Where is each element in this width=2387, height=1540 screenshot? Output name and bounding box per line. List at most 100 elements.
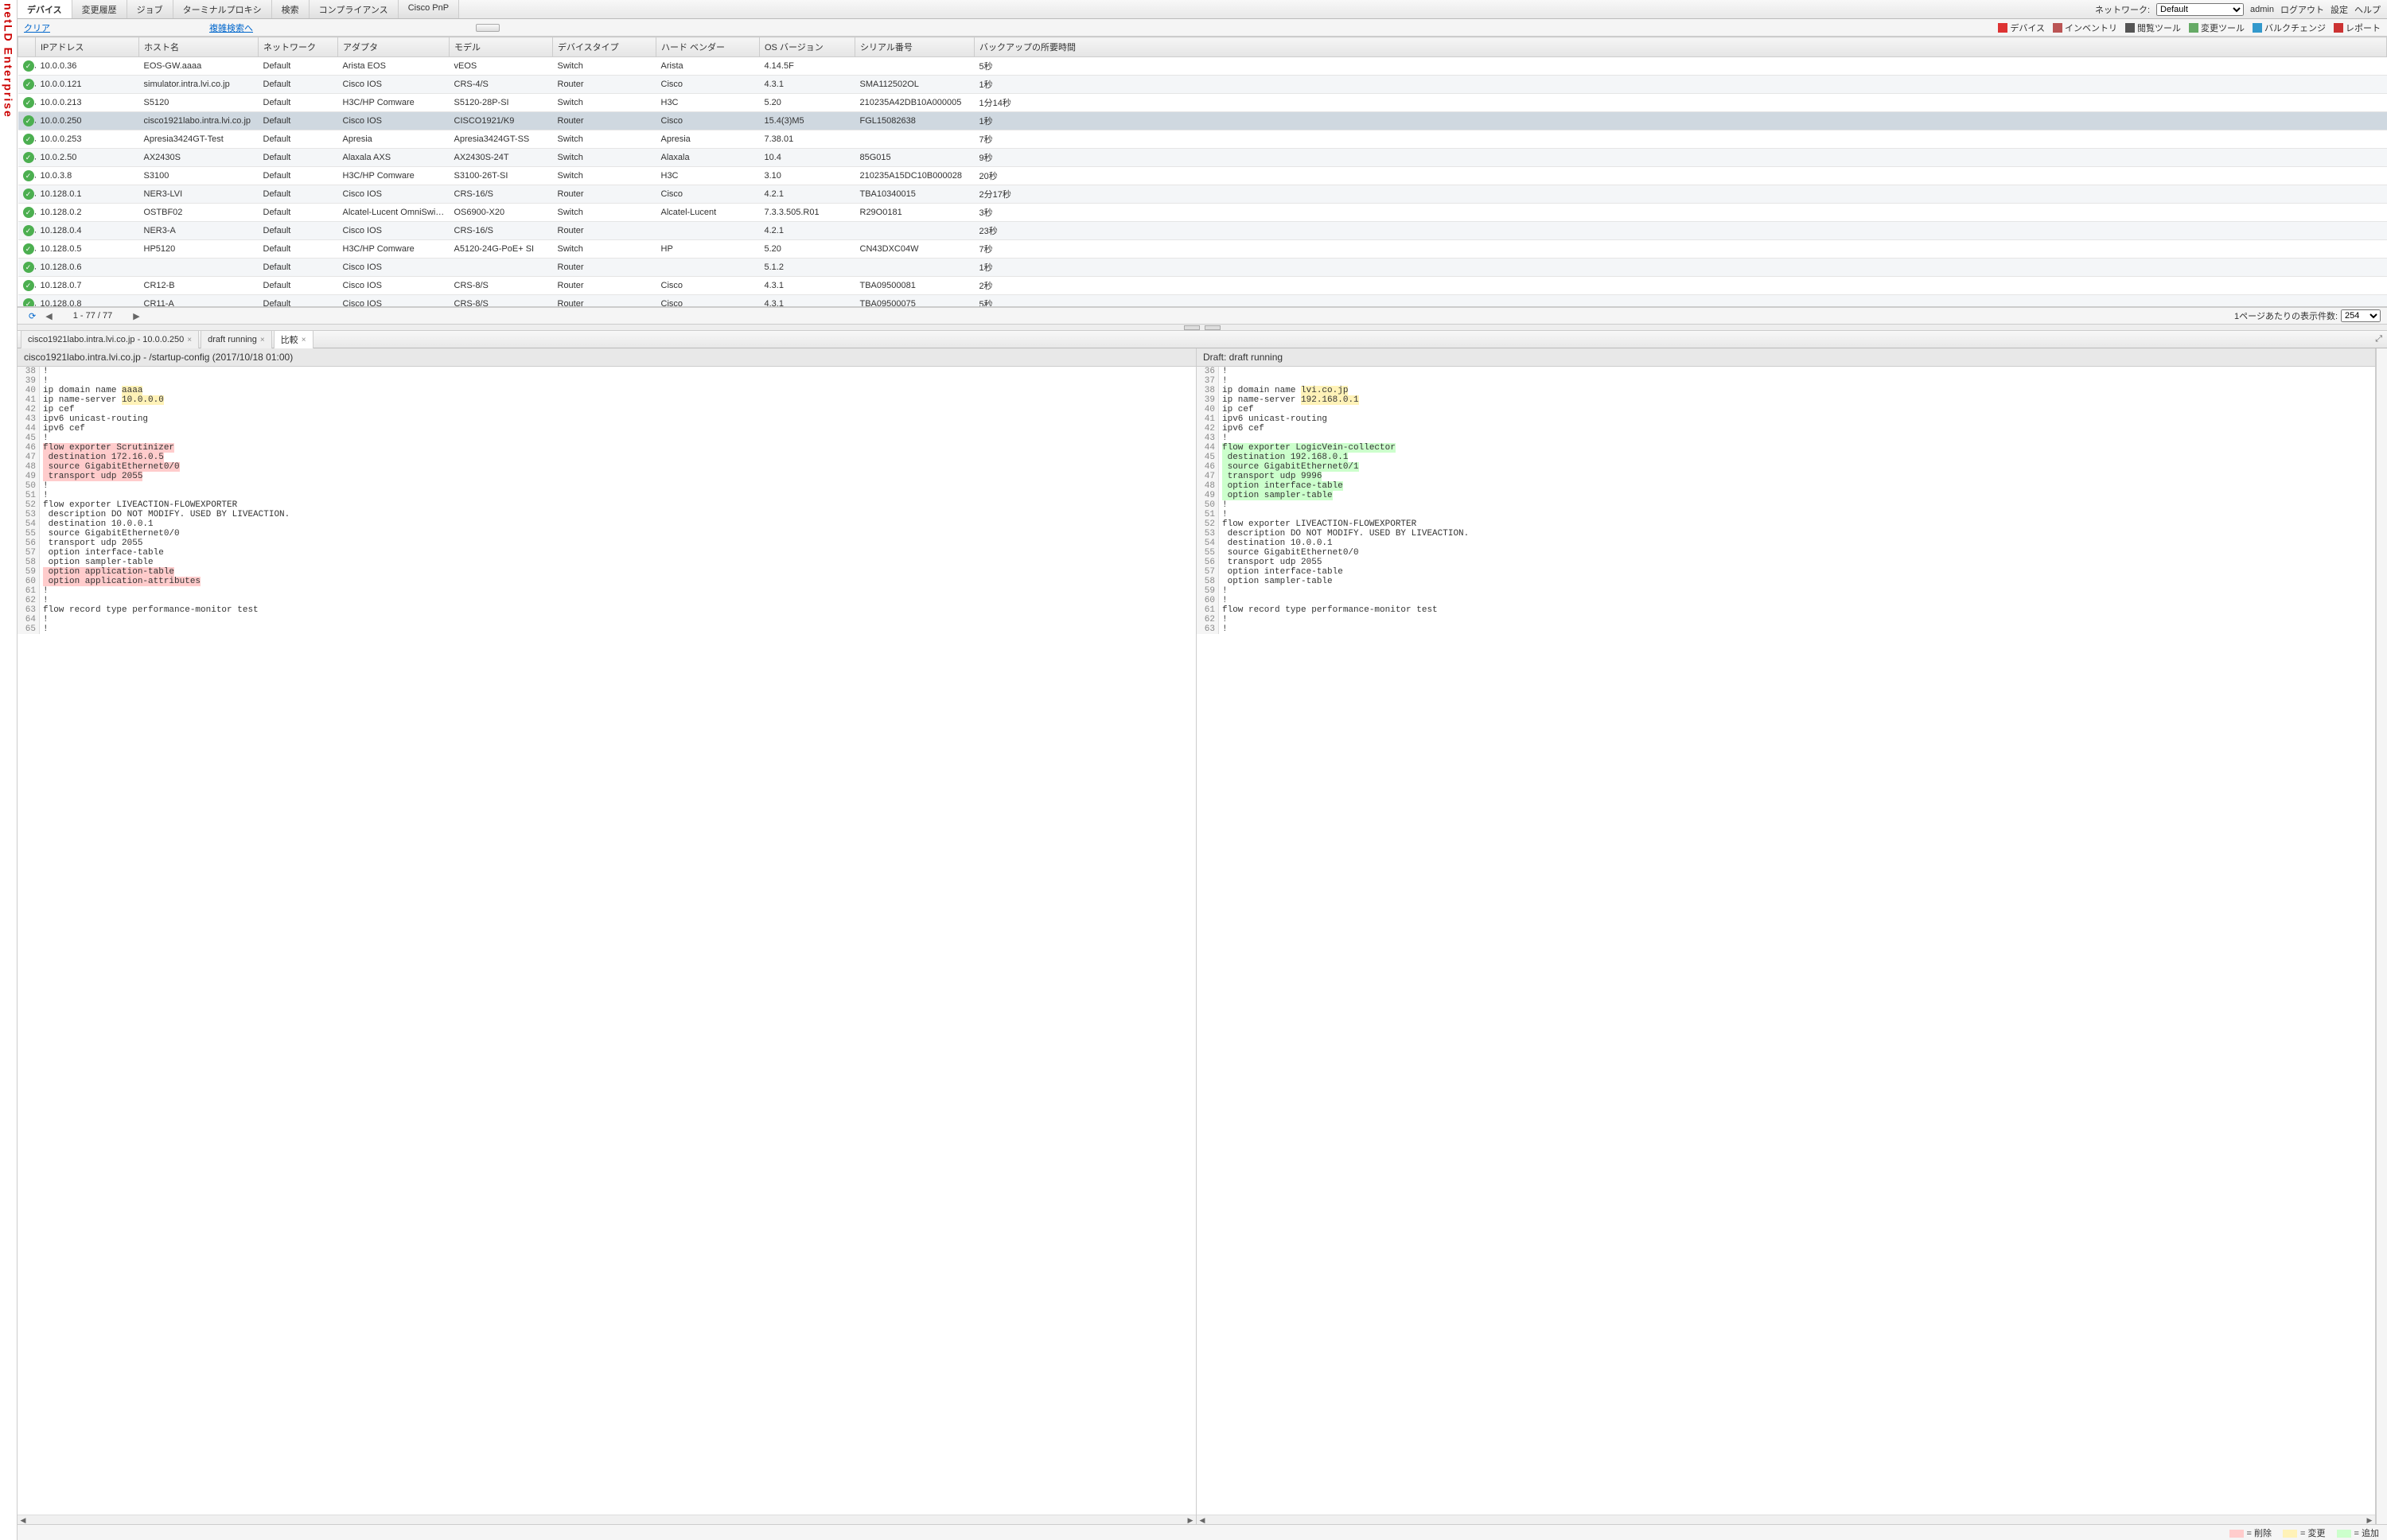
diff-gutter: 64 — [18, 615, 40, 624]
cell: HP — [656, 240, 760, 259]
tool-icon-0 — [1998, 23, 2007, 33]
col-6[interactable]: デバイスタイプ — [553, 37, 656, 57]
diff-text: ip domain name aaaa — [40, 386, 1196, 395]
diff-marker-strip[interactable] — [2376, 348, 2387, 1524]
status-ok-icon: ✓ — [23, 170, 34, 181]
diff-line: 43ipv6 unicast-routing — [18, 414, 1196, 424]
top-tab-4[interactable]: 検索 — [272, 0, 310, 18]
link-help[interactable]: ヘルプ — [2354, 3, 2381, 16]
table-row[interactable]: ✓10.0.0.36EOS-GW.aaaaDefaultArista EOSvE… — [18, 57, 2387, 76]
link-admin[interactable]: admin — [2250, 5, 2274, 14]
close-icon[interactable]: × — [187, 336, 192, 344]
cell: cisco1921labo.intra.lvi.co.jp — [139, 112, 259, 130]
network-select[interactable]: Default — [2156, 3, 2244, 16]
table-row[interactable]: ✓10.0.0.121simulator.intra.lvi.co.jpDefa… — [18, 76, 2387, 94]
diff-line: 44ipv6 cef — [18, 424, 1196, 434]
col-4[interactable]: アダプタ — [338, 37, 450, 57]
doc-tab-0[interactable]: cisco1921labo.intra.lvi.co.jp - 10.0.0.2… — [21, 330, 199, 348]
cell: 7.38.01 — [760, 130, 855, 149]
collapse-down-icon[interactable] — [1184, 325, 1200, 330]
prev-page[interactable]: ◀ — [41, 311, 56, 321]
link-settings[interactable]: 設定 — [2331, 3, 2348, 16]
table-row[interactable]: ✓10.128.0.2OSTBF02DefaultAlcatel-Lucent … — [18, 204, 2387, 222]
top-tab-3[interactable]: ターミナルプロキシ — [173, 0, 272, 18]
doc-tab-2[interactable]: 比較× — [274, 330, 313, 348]
diff-right-body[interactable]: 36!37!38ip domain name lvi.co.jp39ip nam… — [1197, 367, 2375, 1515]
table-row[interactable]: ✓10.128.0.6DefaultCisco IOSRouter5.1.21秒 — [18, 259, 2387, 277]
col-10[interactable]: バックアップの所要時間 — [975, 37, 2387, 57]
tool-1[interactable]: インベントリ — [2053, 21, 2117, 34]
diff-line: 39ip name-server 192.168.0.1 — [1197, 395, 2375, 405]
table-row[interactable]: ✓10.0.3.8S3100DefaultH3C/HP ComwareS3100… — [18, 167, 2387, 185]
tool-3[interactable]: 変更ツール — [2189, 21, 2245, 34]
table-row[interactable]: ✓10.128.0.8CR11-ADefaultCisco IOSCRS-8/S… — [18, 295, 2387, 308]
diff-line: 43! — [1197, 434, 2375, 443]
expander-toggle[interactable] — [476, 24, 500, 32]
col-5[interactable]: モデル — [450, 37, 553, 57]
top-tab-1[interactable]: 変更履歴 — [72, 0, 127, 18]
link-logout[interactable]: ログアウト — [2280, 3, 2324, 16]
close-icon[interactable]: × — [302, 336, 306, 344]
col-7[interactable]: ハード ベンダー — [656, 37, 760, 57]
per-page-select[interactable]: 254 — [2341, 309, 2381, 322]
diff-text: description DO NOT MODIFY. USED BY LIVEA… — [1219, 529, 2375, 539]
tool-0[interactable]: デバイス — [1998, 21, 2045, 34]
top-tab-0[interactable]: デバイス — [18, 0, 72, 18]
col-9[interactable]: シリアル番号 — [855, 37, 975, 57]
table-row[interactable]: ✓10.0.2.50AX2430SDefaultAlaxala AXSAX243… — [18, 149, 2387, 167]
popout-icon[interactable]: ⤢ — [2370, 334, 2387, 344]
diff-gutter: 51 — [18, 491, 40, 500]
col-1[interactable]: IPアドレス — [36, 37, 139, 57]
brand-logo: netLD Enterprise — [2, 3, 15, 119]
hscroll-left[interactable]: ◀▶ — [18, 1515, 1196, 1524]
top-tab-5[interactable]: コンプライアンス — [310, 0, 399, 18]
clear-link[interactable]: クリア — [24, 21, 50, 34]
diff-text: ipv6 unicast-routing — [1219, 414, 2375, 424]
cell: 10.0.0.253 — [36, 130, 139, 149]
col-0[interactable] — [18, 37, 36, 57]
diff-gutter: 59 — [18, 567, 40, 577]
table-row[interactable]: ✓10.128.0.1NER3-LVIDefaultCisco IOSCRS-1… — [18, 185, 2387, 204]
col-8[interactable]: OS バージョン — [760, 37, 855, 57]
table-row[interactable]: ✓10.0.0.213S5120DefaultH3C/HP ComwareS51… — [18, 94, 2387, 112]
table-row[interactable]: ✓10.0.0.250cisco1921labo.intra.lvi.co.jp… — [18, 112, 2387, 130]
diff-gutter: 39 — [1197, 395, 1219, 405]
cell: Cisco — [656, 76, 760, 94]
diff-text: flow exporter Scrutinizer — [40, 443, 1196, 453]
hscroll-right[interactable]: ◀▶ — [1197, 1515, 2375, 1524]
next-page[interactable]: ▶ — [128, 311, 144, 321]
cell: CR12-B — [139, 277, 259, 295]
refresh-icon[interactable]: ⟳ — [24, 311, 41, 321]
diff-line: 39! — [18, 376, 1196, 386]
table-row[interactable]: ✓10.128.0.5HP5120DefaultH3C/HP ComwareA5… — [18, 240, 2387, 259]
doc-tab-1[interactable]: draft running× — [201, 330, 272, 348]
tool-label-1: インベントリ — [2065, 21, 2117, 34]
close-icon[interactable]: × — [260, 336, 265, 344]
diff-left-body[interactable]: 38!39!40ip domain name aaaa41ip name-ser… — [18, 367, 1196, 1515]
tool-icon-1 — [2053, 23, 2062, 33]
diff-text: destination 10.0.0.1 — [1219, 539, 2375, 548]
col-2[interactable]: ホスト名 — [139, 37, 259, 57]
cell: Default — [259, 112, 338, 130]
diff-line: 47 destination 172.16.0.5 — [18, 453, 1196, 462]
adv-search-link[interactable]: 複雑検索へ — [209, 21, 253, 34]
tool-4[interactable]: バルクチェンジ — [2253, 21, 2326, 34]
top-tab-2[interactable]: ジョブ — [127, 0, 173, 18]
table-row[interactable]: ✓10.0.0.253Apresia3424GT-TestDefaultApre… — [18, 130, 2387, 149]
table-row[interactable]: ✓10.128.0.4NER3-ADefaultCisco IOSCRS-16/… — [18, 222, 2387, 240]
cell: Switch — [553, 57, 656, 76]
tool-2[interactable]: 閲覧ツール — [2125, 21, 2181, 34]
diff-line: 42ipv6 cef — [1197, 424, 2375, 434]
top-tab-6[interactable]: Cisco PnP — [399, 0, 459, 18]
tool-5[interactable]: レポート — [2334, 21, 2381, 34]
cell: H3C/HP Comware — [338, 94, 450, 112]
collapse-up-icon[interactable] — [1205, 325, 1221, 330]
diff-gutter: 53 — [18, 510, 40, 519]
cell: Router — [553, 295, 656, 308]
diff-line: 38ip domain name lvi.co.jp — [1197, 386, 2375, 395]
doc-tabbar: cisco1921labo.intra.lvi.co.jp - 10.0.0.2… — [18, 331, 2387, 348]
splitter[interactable] — [18, 325, 2387, 331]
diff-gutter: 57 — [1197, 567, 1219, 577]
table-row[interactable]: ✓10.128.0.7CR12-BDefaultCisco IOSCRS-8/S… — [18, 277, 2387, 295]
col-3[interactable]: ネットワーク — [259, 37, 338, 57]
